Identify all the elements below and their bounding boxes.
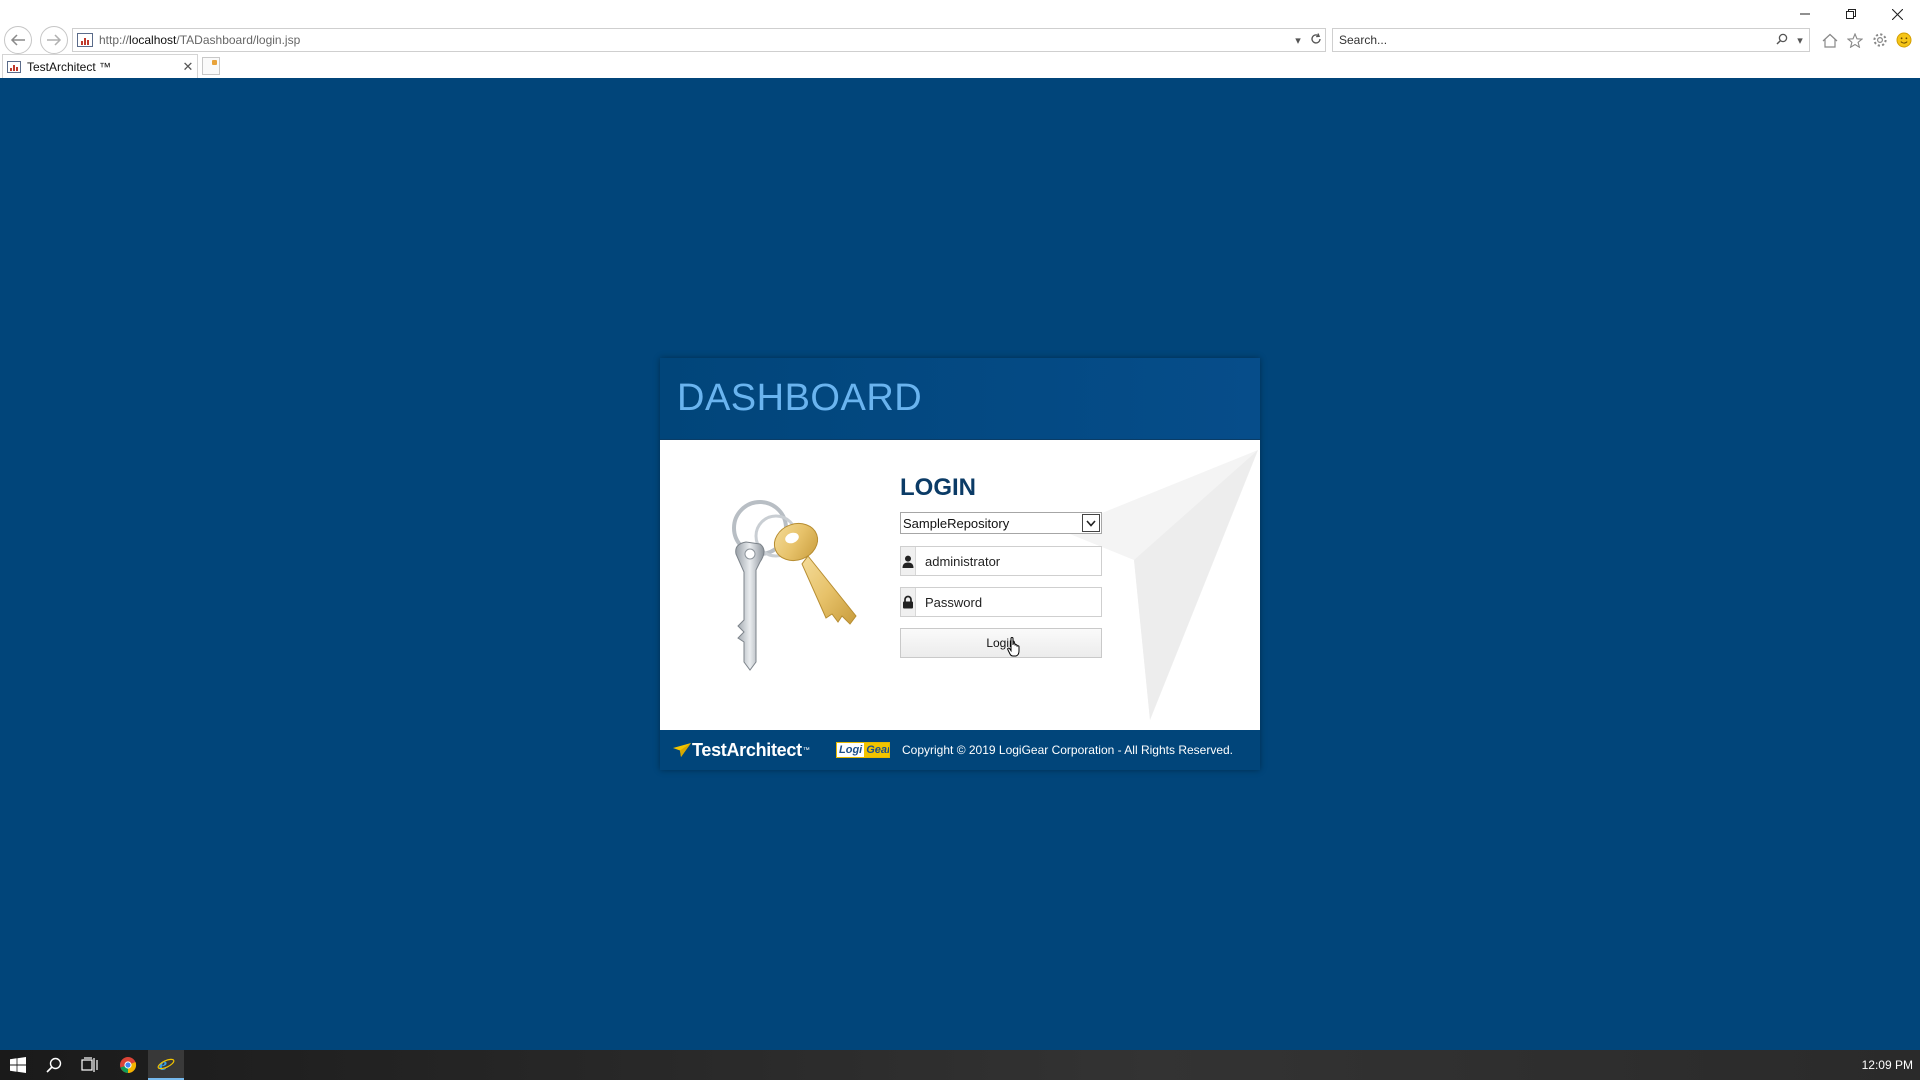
search-dropdown-icon[interactable]: ▾ <box>1791 34 1809 47</box>
login-card: DASHBOARD LOGIN SampleRepository adminis… <box>660 358 1260 770</box>
forward-button[interactable] <box>40 26 68 54</box>
close-icon <box>1891 8 1903 20</box>
url-host: localhost <box>129 33 177 47</box>
copyright-text: Copyright © 2019 LogiGear Corporation - … <box>902 743 1234 757</box>
password-field <box>900 587 1102 617</box>
logigear-logo-part1: Logi <box>837 743 865 757</box>
task-view-button[interactable] <box>72 1050 108 1080</box>
lock-icon <box>901 588 916 616</box>
search-icon[interactable] <box>1773 33 1791 48</box>
taskbar-search-button[interactable] <box>36 1050 72 1080</box>
card-body: LOGIN SampleRepository administrator Log… <box>660 440 1260 730</box>
new-tab-button[interactable] <box>202 57 220 75</box>
star-icon[interactable] <box>1845 30 1865 50</box>
task-view-icon <box>81 1057 98 1072</box>
taskbar-clock[interactable]: 12:09 PM <box>1862 1050 1913 1080</box>
page-content: DASHBOARD LOGIN SampleRepository adminis… <box>0 78 1920 1050</box>
tab-title: TestArchitect ™ <box>27 59 112 74</box>
username-input[interactable] <box>916 547 1101 575</box>
restore-icon <box>1846 9 1856 19</box>
taskbar-internet-explorer-button[interactable]: e <box>148 1050 184 1080</box>
tab-testarchitect[interactable]: TestArchitect ™ ✕ <box>2 54 198 78</box>
site-favicon-icon <box>77 33 93 47</box>
navigation-bar: http://localhost/TADashboard/login.jsp ▾… <box>0 24 1920 54</box>
taskbar-chrome-button[interactable] <box>110 1050 146 1080</box>
login-button[interactable]: Login <box>900 628 1102 658</box>
gear-icon[interactable] <box>1870 30 1890 50</box>
testarchitect-logo-text: TestArchitect <box>692 739 802 760</box>
refresh-icon[interactable] <box>1307 32 1325 48</box>
logigear-logo: Logi Gear <box>836 742 890 758</box>
internet-explorer-icon: e <box>157 1055 175 1073</box>
minimize-icon <box>1800 13 1810 15</box>
chevron-down-icon[interactable] <box>1082 514 1100 532</box>
search-input[interactable] <box>1339 33 1773 47</box>
testarchitect-logo: TestArchitect ™ <box>672 740 836 761</box>
taskbar: e 12:09 PM <box>0 1050 1920 1080</box>
login-form: LOGIN SampleRepository administrator Log… <box>900 474 1102 658</box>
card-footer: TestArchitect ™ Logi Gear Copyright © 201… <box>660 730 1260 770</box>
testarchitect-arrow-icon <box>673 743 691 757</box>
back-button[interactable] <box>4 26 32 54</box>
smiley-icon[interactable] <box>1894 30 1914 50</box>
login-button-label: Login <box>986 636 1016 650</box>
keys-icon <box>732 500 857 671</box>
repository-select[interactable]: SampleRepository <box>900 512 1102 534</box>
address-dropdown-icon[interactable]: ▾ <box>1289 34 1307 47</box>
back-arrow-icon <box>10 34 25 46</box>
testarchitect-logo-tm: ™ <box>802 746 810 754</box>
card-header: DASHBOARD <box>660 358 1260 440</box>
search-bar[interactable]: ▾ <box>1332 28 1810 52</box>
start-button[interactable] <box>0 1050 36 1080</box>
dashboard-title: DASHBOARD <box>677 377 923 419</box>
password-input[interactable] <box>916 588 1101 616</box>
logigear-logo-part2: Gear <box>864 743 889 757</box>
search-icon <box>46 1057 62 1073</box>
user-icon <box>901 547 916 575</box>
tab-bar: TestArchitect ™ ✕ <box>0 54 1920 78</box>
login-heading: LOGIN <box>900 474 976 501</box>
browser-chrome: http://localhost/TADashboard/login.jsp ▾… <box>0 0 1920 78</box>
username-field <box>900 546 1102 576</box>
repository-selected-value: SampleRepository <box>903 515 1010 531</box>
chrome-icon <box>120 1057 137 1074</box>
home-icon[interactable] <box>1820 30 1840 50</box>
forward-arrow-icon <box>47 34 62 46</box>
tab-favicon-icon <box>7 60 21 73</box>
url-text[interactable]: http://localhost/TADashboard/login.jsp <box>97 33 1289 47</box>
url-prefix: http:// <box>99 33 130 47</box>
url-path: /TADashboard/login.jsp <box>176 33 301 47</box>
windows-logo-icon <box>10 1057 26 1073</box>
address-bar[interactable]: http://localhost/TADashboard/login.jsp ▾ <box>72 28 1326 52</box>
tab-close-icon[interactable]: ✕ <box>179 59 197 75</box>
